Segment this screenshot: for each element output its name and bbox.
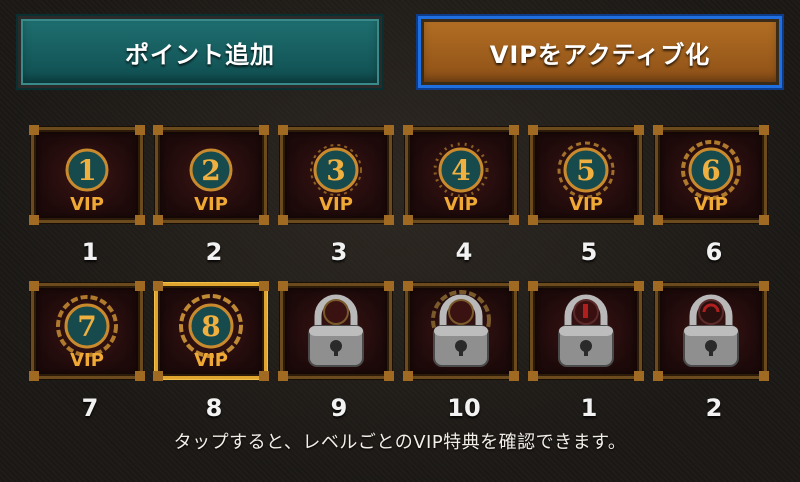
lock-icon xyxy=(683,294,739,367)
vip-badge-icon: 3 VIP xyxy=(310,144,362,215)
vip-level-caption: 1 xyxy=(81,238,99,266)
vip-badge-label: VIP xyxy=(194,194,228,215)
vip-level-caption: 7 xyxy=(81,394,99,422)
vip-slot-6[interactable]: 6 VIP xyxy=(653,125,769,225)
vip-slot-locked-12[interactable] xyxy=(653,281,769,381)
vip-slot-locked-10[interactable] xyxy=(403,281,519,381)
vip-slot-locked-11[interactable] xyxy=(528,281,644,381)
vip-badge-number: 5 xyxy=(576,154,595,187)
vip-badge-icon: 1 VIP xyxy=(65,148,109,215)
vip-badge-label: VIP xyxy=(694,194,728,215)
vip-level-caption: 3 xyxy=(330,238,348,266)
vip-badge-label: VIP xyxy=(70,350,104,371)
vip-badge-label: VIP xyxy=(194,350,228,371)
vip-slot-8[interactable]: 8 VIP xyxy=(153,281,269,381)
vip-level-caption: 10 xyxy=(447,394,481,422)
vip-badge-number: 2 xyxy=(201,154,220,187)
vip-slot-2[interactable]: 2 VIP xyxy=(153,125,269,225)
vip-level-caption: 8 xyxy=(205,394,223,422)
vip-badge-icon: 7 VIP xyxy=(56,295,118,371)
lock-icon xyxy=(558,294,614,367)
vip-slot-3[interactable]: 3 VIP xyxy=(278,125,394,225)
vip-slot-locked-9[interactable] xyxy=(278,281,394,381)
vip-level-caption: 1 xyxy=(580,394,598,422)
vip-badge-label: VIP xyxy=(444,194,478,215)
vip-slot-5[interactable]: 5 VIP xyxy=(528,125,644,225)
vip-badge-label: VIP xyxy=(319,194,353,215)
vip-slot-1[interactable]: 1 VIP xyxy=(29,125,145,225)
vip-benefits-hint: タップすると、レベルごとのVIP特典を確認できます。 xyxy=(173,432,627,453)
vip-level-caption: 2 xyxy=(705,394,723,422)
vip-badge-icon: 8 VIP xyxy=(179,294,243,371)
vip-badge-icon: 4 VIP xyxy=(433,142,489,215)
vip-badge-number: 7 xyxy=(77,310,96,343)
vip-level-caption: 4 xyxy=(455,238,473,266)
vip-badge-number: 3 xyxy=(326,154,345,187)
vip-badge-icon: 6 VIP xyxy=(681,140,741,215)
vip-badge-number: 1 xyxy=(77,154,96,187)
lock-icon xyxy=(431,290,491,367)
vip-slot-4[interactable]: 4 VIP xyxy=(403,125,519,225)
vip-badge-label: VIP xyxy=(70,194,104,215)
vip-badge-number: 8 xyxy=(201,310,220,343)
vip-level-caption: 9 xyxy=(330,394,348,422)
vip-badge-number: 4 xyxy=(451,154,470,187)
vip-badge-icon: 5 VIP xyxy=(557,141,615,215)
vip-slot-7[interactable]: 7 VIP xyxy=(29,281,145,381)
vip-level-caption: 6 xyxy=(705,238,723,266)
vip-level-caption: 5 xyxy=(580,238,598,266)
vip-level-caption: 2 xyxy=(205,238,223,266)
vip-level-grid: 1 VIP 2 VIP 3 VIP 4 VIP 5 VIP 6 VIP 1 2 … xyxy=(0,0,800,482)
vip-badge-number: 6 xyxy=(701,154,720,187)
vip-badge-icon: 2 VIP xyxy=(189,148,233,215)
lock-icon xyxy=(308,294,364,367)
vip-badge-label: VIP xyxy=(569,194,603,215)
